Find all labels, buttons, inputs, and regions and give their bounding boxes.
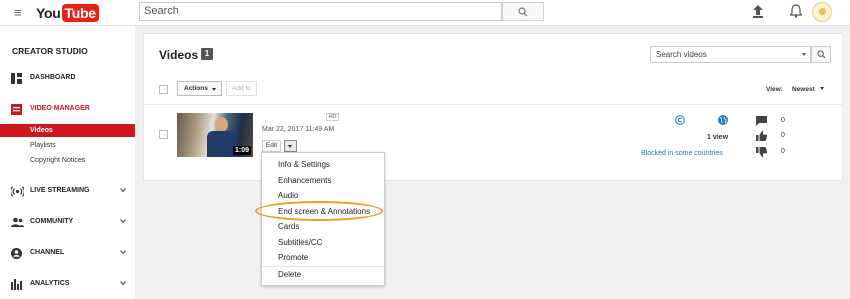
sidebar-item-label: DASHBOARD: [30, 74, 76, 81]
logo-you-text: You: [36, 5, 61, 21]
menu-item-subtitles[interactable]: Subtitles/CC: [262, 235, 384, 250]
video-count-badge: 1: [201, 48, 213, 60]
search-input[interactable]: Search: [139, 2, 502, 21]
comment-count: 0: [781, 117, 785, 124]
sidebar-subitem-copyright-notices[interactable]: Copyright Notices: [0, 154, 135, 167]
sidebar-item-label: LIVE STREAMING: [30, 187, 90, 194]
video-thumbnail[interactable]: 1:09: [177, 113, 253, 157]
add-to-button[interactable]: Add to: [226, 81, 257, 96]
sidebar-item-live-streaming[interactable]: LIVE STREAMING: [0, 183, 135, 199]
sidebar-subitem-videos[interactable]: Videos: [0, 124, 135, 137]
sidebar-item-label: VIDEO MANAGER: [30, 105, 90, 112]
menu-item-enhancements[interactable]: Enhancements: [262, 173, 384, 188]
video-row-checkbox[interactable]: [159, 130, 168, 139]
sidebar-item-label: ANALYTICS: [30, 280, 70, 287]
hd-badge: HD: [326, 113, 339, 121]
highlight-oval: [255, 201, 383, 221]
caret-down-icon: [288, 145, 292, 148]
edit-button[interactable]: Edit: [262, 140, 281, 152]
sidebar-item-label: CHANNEL: [30, 249, 65, 256]
divider: [144, 104, 842, 105]
page-title: Videos: [159, 48, 199, 62]
chevron-down-icon[interactable]: [120, 187, 126, 193]
sidebar-item-video-manager[interactable]: VIDEO MANAGER: [0, 101, 135, 117]
menu-item-promote[interactable]: Promote: [262, 250, 384, 265]
caret-down-icon: [212, 88, 216, 91]
view-label: View:: [766, 86, 783, 93]
view-count: 1 view: [707, 134, 729, 141]
like-count: 0: [781, 132, 785, 139]
chevron-down-icon[interactable]: [120, 249, 126, 255]
video-manager-panel: Videos 1 Search videos Actions Add to Vi…: [143, 33, 843, 181]
dashboard-icon: [11, 73, 22, 84]
actions-label: Actions: [184, 85, 208, 92]
avatar[interactable]: [812, 2, 832, 22]
chevron-down-icon[interactable]: [120, 280, 126, 286]
copyright-icon[interactable]: [675, 115, 685, 125]
channel-icon: [11, 248, 22, 259]
sort-value: Newest: [792, 86, 815, 93]
notifications-icon[interactable]: [790, 4, 802, 18]
video-date: Mar 22, 2017 11:49 AM: [262, 126, 335, 133]
sort-dropdown[interactable]: Newest: [792, 86, 824, 93]
restriction-link[interactable]: Blocked in some countries: [641, 150, 723, 157]
menu-item-info-settings[interactable]: Info & Settings: [262, 157, 384, 172]
thumbs-down-icon: [756, 147, 767, 157]
sidebar-subitem-playlists[interactable]: Playlists: [0, 139, 135, 152]
thumbs-up-icon: [756, 131, 767, 141]
search-icon: [816, 50, 826, 59]
search-videos-input[interactable]: Search videos: [650, 46, 811, 63]
comment-icon: [756, 116, 767, 126]
live-streaming-icon: [11, 186, 24, 197]
sidebar-item-label: COMMUNITY: [30, 218, 74, 225]
video-manager-icon: [11, 104, 22, 115]
analytics-icon: [11, 279, 22, 290]
logo-tube-text: Tube: [61, 4, 99, 22]
select-all-checkbox[interactable]: [159, 85, 168, 94]
search-videos-placeholder: Search videos: [656, 50, 707, 59]
top-bar: ≡ You Tube Search: [0, 0, 850, 26]
search-videos-button[interactable]: [811, 46, 831, 63]
menu-item-cards[interactable]: Cards: [262, 219, 384, 234]
sidebar-item-community[interactable]: COMMUNITY: [0, 214, 135, 230]
menu-icon[interactable]: ≡: [14, 6, 22, 20]
search-button[interactable]: [502, 2, 544, 21]
search-icon: [518, 6, 528, 16]
sidebar-item-channel[interactable]: CHANNEL: [0, 245, 135, 261]
actions-dropdown[interactable]: Actions: [177, 81, 222, 96]
chevron-down-icon[interactable]: [120, 218, 126, 224]
caret-down-icon: [819, 87, 824, 90]
video-duration: 1:09: [232, 146, 251, 155]
upload-icon[interactable]: [752, 5, 764, 18]
community-icon: [11, 217, 24, 227]
sidebar-item-dashboard[interactable]: DASHBOARD: [0, 70, 135, 86]
sidebar: CREATOR STUDIO DASHBOARD VIDEO MANAGER V…: [0, 26, 135, 299]
sidebar-title: CREATOR STUDIO: [12, 46, 88, 56]
menu-item-delete[interactable]: Delete: [262, 267, 384, 282]
sidebar-item-analytics[interactable]: ANALYTICS: [0, 276, 135, 292]
public-globe-icon[interactable]: [718, 115, 728, 125]
dislike-count: 0: [781, 148, 785, 155]
edit-dropdown-toggle[interactable]: [284, 140, 297, 152]
chevron-down-icon[interactable]: [802, 53, 806, 56]
youtube-logo[interactable]: You Tube: [36, 4, 99, 22]
